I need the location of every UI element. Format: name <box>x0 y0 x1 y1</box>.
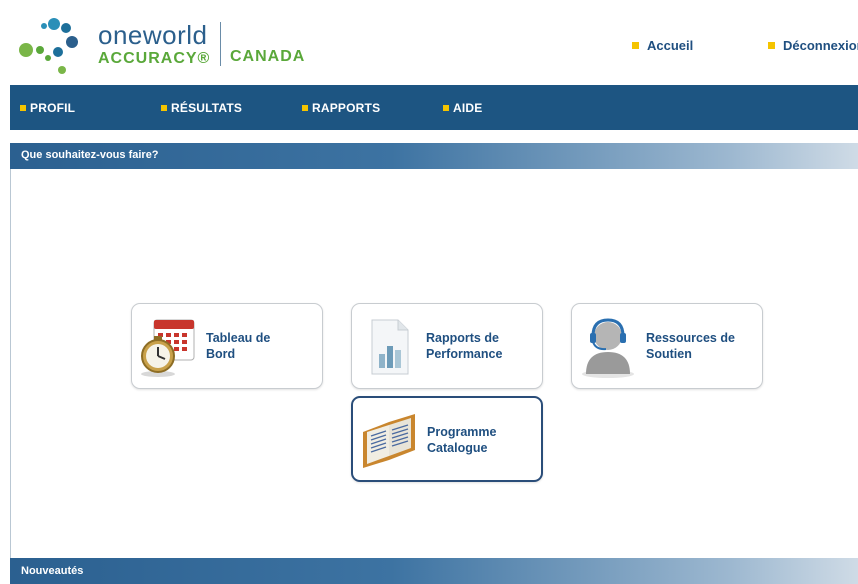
card-line2: Bord <box>206 347 236 361</box>
nav-item-profil[interactable]: PROFIL <box>20 101 75 115</box>
logo-country: CANADA <box>230 48 306 65</box>
nav-item-label: RAPPORTS <box>312 101 381 115</box>
bullet-square-icon <box>443 105 449 111</box>
card-line1: Ressources de <box>646 331 735 345</box>
dashboard-card-label: Tableau de Bord <box>206 330 270 362</box>
nav-item-aide[interactable]: AIDE <box>443 101 482 115</box>
card-line1: Rapports de <box>426 331 499 345</box>
bullet-square-icon <box>302 105 308 111</box>
logo-name: oneworld <box>98 20 208 50</box>
accueil-label: Accueil <box>647 38 694 53</box>
card-line1: Tableau de <box>206 331 271 345</box>
news-section-title: Nouveautés <box>21 565 84 577</box>
logo-dots-icon <box>19 18 78 74</box>
program-catalogue-card-label: Programme Catalogue <box>427 424 496 456</box>
dashboard-card[interactable]: Tableau de Bord <box>131 303 323 389</box>
logo-subtitle: ACCURACY® <box>98 50 211 67</box>
support-resources-card[interactable]: Ressources de Soutien <box>571 303 763 389</box>
main-nav: PROFIL RÉSULTATS RAPPORTS AIDE <box>10 85 858 130</box>
nav-item-label: PROFIL <box>30 101 76 115</box>
oneworld-accuracy-logo[interactable]: oneworld ACCURACY® CANADA <box>14 14 314 78</box>
open-book-icon <box>363 414 415 468</box>
program-catalogue-card[interactable]: Programme Catalogue <box>351 396 543 482</box>
report-chart-icon <box>371 319 409 375</box>
accueil-link[interactable]: Accueil <box>632 38 693 53</box>
nav-item-label: AIDE <box>453 101 483 115</box>
panel-header: Que souhaitez-vous faire? <box>10 143 858 169</box>
panel-title: Que souhaitez-vous faire? <box>21 149 159 161</box>
nav-item-label: RÉSULTATS <box>171 101 243 115</box>
bullet-square-icon <box>632 42 639 49</box>
bullet-square-icon <box>161 105 167 111</box>
logo-separator <box>220 22 221 66</box>
card-line2: Performance <box>426 347 503 361</box>
card-line2: Soutien <box>646 347 692 361</box>
deconnexion-link[interactable]: Déconnexion <box>768 38 858 53</box>
calendar-clock-icon <box>141 319 195 377</box>
card-line1: Programme <box>427 425 497 439</box>
performance-reports-card-label: Rapports de Performance <box>426 330 502 362</box>
bullet-square-icon <box>20 105 26 111</box>
card-line2: Catalogue <box>427 441 488 455</box>
support-resources-card-label: Ressources de Soutien <box>646 330 735 362</box>
nav-item-resultats[interactable]: RÉSULTATS <box>161 101 242 115</box>
deconnexion-label: Déconnexion <box>783 38 858 53</box>
nav-item-rapports[interactable]: RAPPORTS <box>302 101 380 115</box>
support-headset-icon <box>582 318 634 378</box>
bullet-square-icon <box>768 42 775 49</box>
news-section-header: Nouveautés <box>10 558 858 584</box>
page-header: oneworld ACCURACY® CANADA Accueil Déconn… <box>0 0 858 84</box>
performance-reports-card[interactable]: Rapports de Performance <box>351 303 543 389</box>
